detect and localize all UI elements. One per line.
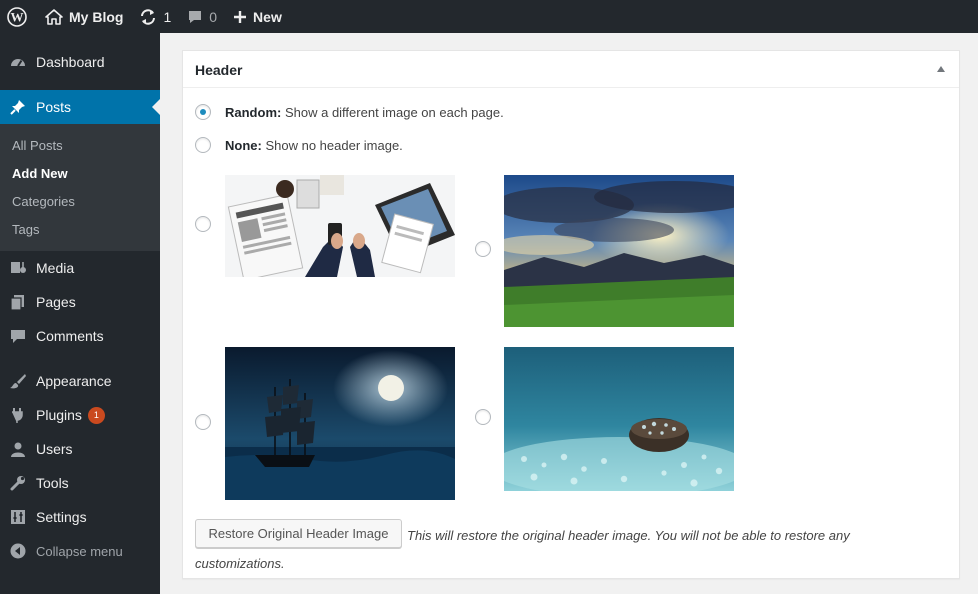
panel-title: Header (195, 62, 243, 78)
ship-moonlight-image[interactable] (225, 347, 455, 500)
wrench-icon (0, 474, 36, 492)
random-option-text: Random: Show a different image on each p… (225, 105, 504, 120)
sidebar-item-settings[interactable]: Settings (0, 500, 160, 534)
header-image-radio-4[interactable] (475, 409, 491, 425)
submenu-all-posts[interactable]: All Posts (12, 138, 63, 153)
svg-text:W: W (11, 9, 24, 24)
admin-bar: W My Blog 1 0 New (0, 0, 978, 33)
plus-icon (233, 10, 247, 24)
site-name: My Blog (69, 8, 124, 25)
header-image-radio-1[interactable] (195, 216, 211, 232)
plugins-update-badge: 1 (87, 406, 105, 424)
sidebar-item-users[interactable]: Users (0, 432, 160, 466)
posts-submenu: All Posts Add New Categories Tags (0, 124, 160, 251)
wordpress-logo-button[interactable]: W (0, 0, 37, 33)
sidebar-item-label: Settings (36, 509, 87, 525)
comment-icon (187, 9, 203, 25)
pin-icon (0, 98, 36, 116)
home-icon (45, 8, 63, 25)
collapse-icon (0, 542, 36, 560)
sidebar-item-label: Posts (36, 99, 72, 115)
sidebar-item-label: Pages (36, 294, 76, 310)
comments-count: 0 (209, 8, 218, 25)
random-radio[interactable] (195, 104, 211, 120)
sidebar-item-dashboard[interactable]: Dashboard (0, 45, 160, 79)
header-image-radio-2[interactable] (475, 241, 491, 257)
sidebar-item-label: Dashboard (36, 54, 105, 70)
settings-icon (0, 508, 36, 526)
site-name-link[interactable]: My Blog (37, 0, 131, 33)
sidebar-item-label: Appearance (36, 373, 112, 389)
media-icon (0, 259, 36, 277)
sidebar-item-comments[interactable]: Comments (0, 319, 160, 353)
wordpress-logo-icon: W (7, 6, 27, 27)
sidebar-item-label: Plugins (36, 407, 82, 423)
panel-header[interactable]: Header (183, 51, 959, 88)
updates-link[interactable]: 1 (131, 0, 179, 33)
user-icon (0, 440, 36, 458)
none-option-desc: Show no header image. (265, 138, 403, 153)
sidebar-item-media[interactable]: Media (0, 251, 160, 285)
submenu-tags[interactable]: Tags (12, 222, 39, 237)
sidebar-item-label: Comments (36, 328, 104, 344)
submenu-categories[interactable]: Categories (12, 194, 75, 209)
pages-icon (0, 293, 36, 311)
sidebar-item-pages[interactable]: Pages (0, 285, 160, 319)
sidebar-item-appearance[interactable]: Appearance (0, 364, 160, 398)
sidebar-item-posts[interactable]: Posts (0, 90, 160, 124)
none-radio[interactable] (195, 137, 211, 153)
office-desk-image[interactable] (225, 175, 455, 277)
sidebar-item-label: Tools (36, 475, 69, 491)
sidebar-item-tools[interactable]: Tools (0, 466, 160, 500)
collapse-menu-button[interactable]: Collapse menu (0, 534, 160, 568)
sidebar-item-plugins[interactable]: Plugins 1 (0, 398, 160, 432)
none-option-text: None: Show no header image. (225, 138, 403, 153)
random-option-label: Random: (225, 105, 282, 120)
new-content-link[interactable]: New (225, 0, 290, 33)
restore-note: This will restore the original header im… (195, 528, 850, 571)
submenu-add-new[interactable]: Add New (12, 166, 68, 181)
updates-icon (139, 8, 157, 26)
comments-link[interactable]: 0 (179, 0, 225, 33)
dashboard-icon (0, 53, 36, 71)
new-label: New (253, 8, 282, 25)
panel-toggle-arrow-icon[interactable] (937, 66, 945, 72)
admin-sidebar: Dashboard Posts All Posts Add New Catego… (0, 33, 160, 594)
brush-icon (0, 372, 36, 390)
sidebar-item-label: Users (36, 441, 73, 457)
header-image-radio-3[interactable] (195, 414, 211, 430)
water-drop-stone-image[interactable] (504, 347, 734, 491)
comment-icon (0, 327, 36, 345)
random-option-desc: Show a different image on each page. (284, 105, 504, 120)
updates-count: 1 (163, 8, 172, 25)
sidebar-item-label: Collapse menu (36, 543, 123, 559)
mountain-sunset-image[interactable] (504, 175, 734, 327)
none-option-label: None: (225, 138, 262, 153)
sidebar-item-label: Media (36, 260, 75, 276)
plugin-icon (0, 406, 36, 424)
